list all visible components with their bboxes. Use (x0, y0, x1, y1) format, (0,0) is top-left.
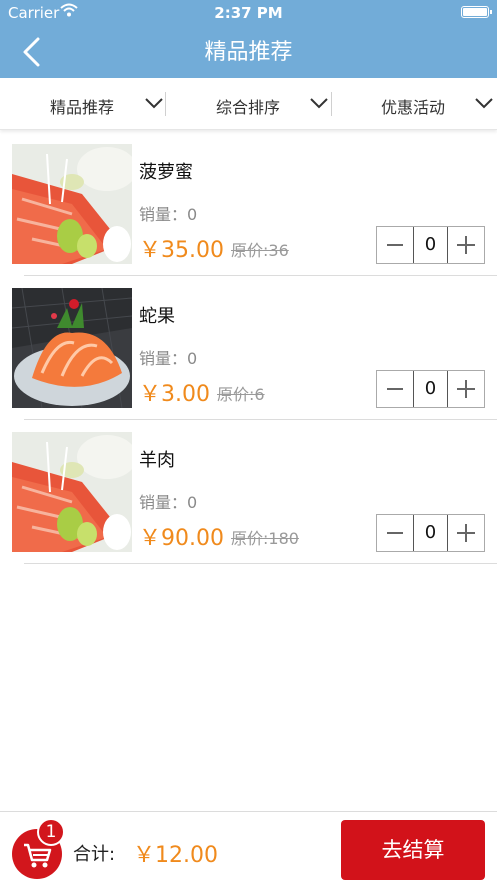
decrease-button[interactable] (377, 371, 413, 407)
plus-icon (457, 380, 475, 398)
product-image (12, 288, 132, 408)
page-title: 精品推荐 (204, 40, 293, 65)
increase-button[interactable] (448, 227, 484, 263)
battery-icon (461, 6, 492, 18)
filter-category[interactable]: 精品推荐 (0, 78, 165, 130)
minus-icon (387, 244, 403, 246)
chevron-down-icon (310, 98, 328, 109)
nav-header: Carrier 2:37 PM 精品推荐 (0, 0, 497, 78)
item-divider (24, 275, 497, 276)
filter-category-label: 精品推荐 (50, 98, 115, 117)
filter-promo[interactable]: 优惠活动 (332, 78, 497, 130)
product-name: 羊肉 (139, 450, 175, 471)
product-original-price: 原价:6 (217, 385, 265, 404)
checkout-button[interactable]: 去结算 (341, 820, 485, 880)
clock: 2:37 PM (214, 4, 283, 22)
status-bar: Carrier 2:37 PM (0, 0, 497, 26)
plus-icon (457, 236, 475, 254)
product-sales: 销量：0 (139, 205, 198, 224)
minus-icon (387, 532, 403, 534)
product-item[interactable]: 蛇果 销量：0 ￥3.00 原价:6 0 (0, 288, 497, 432)
chevron-down-icon (145, 98, 163, 109)
quantity-value[interactable]: 0 (413, 515, 448, 551)
product-sales: 销量：0 (139, 493, 198, 512)
product-image (12, 432, 132, 552)
increase-button[interactable] (448, 515, 484, 551)
quantity-stepper: 0 (376, 370, 485, 408)
filter-promo-label: 优惠活动 (381, 98, 446, 117)
product-item[interactable]: 菠萝蜜 销量：0 ￥35.00 原价:36 0 (0, 144, 497, 288)
total-label: 合计: (73, 844, 116, 865)
item-divider (24, 563, 497, 564)
product-item[interactable]: 羊肉 销量：0 ￥90.00 原价:180 0 (0, 432, 497, 576)
product-price: ￥35.00 (139, 238, 224, 263)
product-price: ￥3.00 (139, 382, 210, 407)
increase-button[interactable] (448, 371, 484, 407)
cart-count-badge: 1 (37, 818, 65, 846)
product-original-price: 原价:36 (231, 241, 289, 260)
item-divider (24, 419, 497, 420)
checkout-bar: 1 合计: ￥12.00 去结算 (0, 811, 497, 883)
product-price: ￥90.00 (139, 526, 224, 551)
minus-icon (387, 388, 403, 390)
chevron-down-icon (475, 98, 493, 109)
filter-sort[interactable]: 综合排序 (166, 78, 331, 130)
product-name: 蛇果 (139, 306, 175, 327)
quantity-value[interactable]: 0 (413, 371, 448, 407)
product-sales: 销量：0 (139, 349, 198, 368)
plus-icon (457, 524, 475, 542)
total-value: ￥12.00 (133, 843, 218, 868)
quantity-stepper: 0 (376, 514, 485, 552)
product-name: 菠萝蜜 (139, 162, 193, 183)
filter-bar: 精品推荐 综合排序 优惠活动 (0, 78, 497, 130)
filter-sort-label: 综合排序 (216, 98, 281, 117)
product-original-price: 原价:180 (231, 529, 299, 548)
product-image (12, 144, 132, 264)
decrease-button[interactable] (377, 227, 413, 263)
quantity-value[interactable]: 0 (413, 227, 448, 263)
quantity-stepper: 0 (376, 226, 485, 264)
decrease-button[interactable] (377, 515, 413, 551)
